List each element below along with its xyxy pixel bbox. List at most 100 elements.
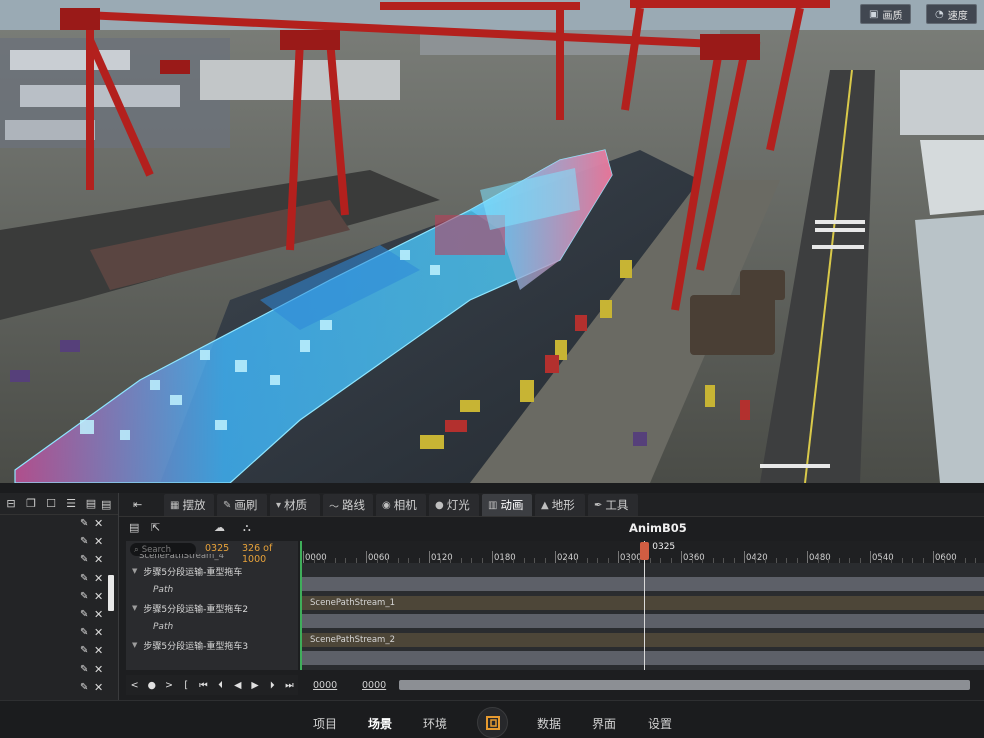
delete-icon[interactable]: ✕ (94, 626, 103, 639)
play-reverse-icon[interactable]: ◀ (229, 680, 246, 691)
bracket-icon[interactable]: [ (178, 680, 195, 691)
ruler-minor-tick (828, 558, 829, 563)
path-stream-bar[interactable]: ScenePathStream_2 (300, 632, 984, 647)
scene-list-row[interactable]: ✎ ✕ (0, 679, 119, 697)
playhead-handle[interactable] (640, 542, 650, 560)
edit-icon[interactable]: ✎ (80, 536, 88, 547)
ruler-tick (681, 551, 682, 563)
timeline-scrollbar[interactable] (399, 680, 970, 690)
scene-list-row[interactable]: ✎ ✕ (0, 515, 119, 533)
export-icon[interactable]: ⇱ (151, 521, 160, 534)
dot-icon[interactable]: ● (143, 680, 160, 691)
delete-icon[interactable]: ✕ (94, 663, 103, 676)
ruler-minor-tick (723, 558, 724, 563)
copy-icon[interactable]: ❐ (25, 497, 37, 510)
delete-icon[interactable]: ✕ (94, 535, 103, 548)
delete-icon[interactable]: ✕ (94, 590, 103, 603)
go-end-icon[interactable]: ⏭ (281, 680, 298, 691)
track-group[interactable]: ▼ 步骤5分段运输-重型拖车2 (126, 599, 298, 617)
ruler-minor-tick (943, 558, 945, 563)
tab-brush[interactable]: ✎ 画刷 (217, 494, 267, 516)
expand-arrow-icon[interactable]: ▼ (132, 567, 137, 575)
expand-arrow-icon[interactable]: ▼ (132, 604, 137, 612)
scene-list-row[interactable]: ✎ ✕ (0, 606, 119, 624)
scene-list-row[interactable]: ✎ ✕ (0, 551, 119, 569)
step-back-icon[interactable]: ⏴ (212, 680, 229, 691)
prev-icon[interactable]: < (126, 680, 143, 691)
range-start-field[interactable]: 0000 (313, 680, 337, 691)
edit-icon[interactable]: ✎ (80, 554, 88, 565)
track-list-icon[interactable]: ▤ (129, 521, 139, 534)
nav-item[interactable]: 数据 (537, 715, 561, 732)
tab-cube[interactable]: ▦ 摆放 (164, 494, 214, 516)
edit-icon[interactable]: ✎ (80, 664, 88, 675)
bottom-navigation: 项目 场景 环境 数据 界面 设置 (0, 700, 984, 738)
scene-list-row[interactable]: ✎ ✕ (0, 588, 119, 606)
tab-camera[interactable]: ◉ 相机 (376, 494, 426, 516)
timeline[interactable]: 0000 0060 0120 0180 0240 0300 0360 0420 0480 0540… (300, 541, 984, 670)
edit-icon[interactable]: ✎ (80, 682, 88, 693)
track-group-bar[interactable] (300, 577, 984, 591)
scene-list-row[interactable]: ✎ ✕ (0, 661, 119, 679)
delete-icon[interactable]: ✕ (94, 644, 103, 657)
track-group-bar[interactable] (300, 651, 984, 665)
scene-list-row[interactable]: ✎ ✕ (0, 533, 119, 551)
nav-item[interactable]: 界面 (592, 715, 616, 732)
edit-icon[interactable]: ✎ (80, 645, 88, 656)
nav-item[interactable]: 项目 (313, 715, 337, 732)
layers-icon[interactable]: ⊟ (5, 497, 17, 510)
delete-icon[interactable]: ✕ (94, 572, 103, 585)
nav-item[interactable]: 环境 (423, 715, 447, 732)
tab-route[interactable]: 〜路线 (323, 494, 373, 516)
ruler-minor-tick (586, 558, 588, 563)
tab-film[interactable]: ▥ 动画 (482, 494, 532, 516)
delete-icon[interactable]: ✕ (94, 517, 103, 530)
tab-wrench[interactable]: ✒ 工具 (588, 494, 638, 516)
edit-icon[interactable]: ✎ (80, 573, 88, 584)
play-icon[interactable]: ▶ (246, 680, 263, 691)
track-path-item[interactable]: Path (126, 618, 298, 636)
edit-icon[interactable]: ✎ (80, 518, 88, 529)
scene-list-scrollbar[interactable] (108, 575, 114, 611)
ruler-minor-tick (418, 558, 420, 563)
square-icon[interactable]: ☐ (45, 497, 57, 510)
nav-item[interactable]: 场景 (368, 715, 392, 732)
track-item-partial: ScenePathStream_4 (139, 554, 224, 561)
tab-terrain[interactable]: ▲ 地形 (535, 494, 585, 516)
edit-icon[interactable]: ✎ (80, 627, 88, 638)
cloud-icon[interactable]: ☁ (214, 521, 225, 534)
next-icon[interactable]: > (160, 680, 177, 691)
scene-list-row[interactable]: ✎ ✕ (0, 624, 119, 642)
step-forward-icon[interactable]: ⏵ (264, 680, 281, 691)
edit-icon[interactable]: ✎ (80, 609, 88, 620)
node-graph-icon[interactable]: ⛬ (243, 521, 251, 535)
expand-arrow-icon[interactable]: ▼ (132, 641, 137, 649)
go-start-icon[interactable]: ⏮ (195, 680, 212, 691)
speed-button[interactable]: ◔ 速度 (926, 4, 977, 24)
scene-list-row[interactable]: ✎ ✕ (0, 642, 119, 660)
track-path-item[interactable]: Path (126, 581, 298, 599)
tab-material[interactable]: ▾ 材质 (270, 494, 320, 516)
range-end-field[interactable]: 0000 (362, 680, 386, 691)
track-group[interactable]: ▼ 步骤5分段运输-重型拖车 (126, 562, 298, 580)
delete-icon[interactable]: ✕ (94, 681, 103, 694)
3d-viewport[interactable]: ▣ 画质 ◔ 速度 (0, 0, 984, 483)
app-logo-button[interactable] (477, 707, 508, 738)
path-stream-bar[interactable]: ScenePathStream_1 (300, 595, 984, 610)
delete-icon[interactable]: ✕ (94, 608, 103, 621)
edit-icon[interactable]: ✎ (80, 591, 88, 602)
collapse-panel-icon[interactable]: ⇤ (133, 498, 142, 511)
track-group-bar[interactable] (300, 614, 984, 628)
ruler-minor-tick (712, 558, 714, 563)
track-group[interactable]: ▼ 步骤5分段运输-重型拖车3 (126, 636, 298, 654)
list-icon[interactable]: ☰ (65, 497, 77, 510)
tab-light[interactable]: ● 灯光 (429, 494, 479, 516)
path-stream-label: ScenePathStream_1 (310, 597, 395, 608)
delete-icon[interactable]: ✕ (94, 553, 103, 566)
timeline-scrollbar-thumb[interactable] (399, 680, 970, 690)
panel-menu-icon[interactable]: ▤ (101, 498, 111, 511)
nav-item[interactable]: 设置 (648, 715, 672, 732)
scene-list-row[interactable]: ✎ ✕ (0, 570, 119, 588)
quality-button[interactable]: ▣ 画质 (860, 4, 912, 24)
chart-icon[interactable]: ▤ (85, 497, 97, 510)
